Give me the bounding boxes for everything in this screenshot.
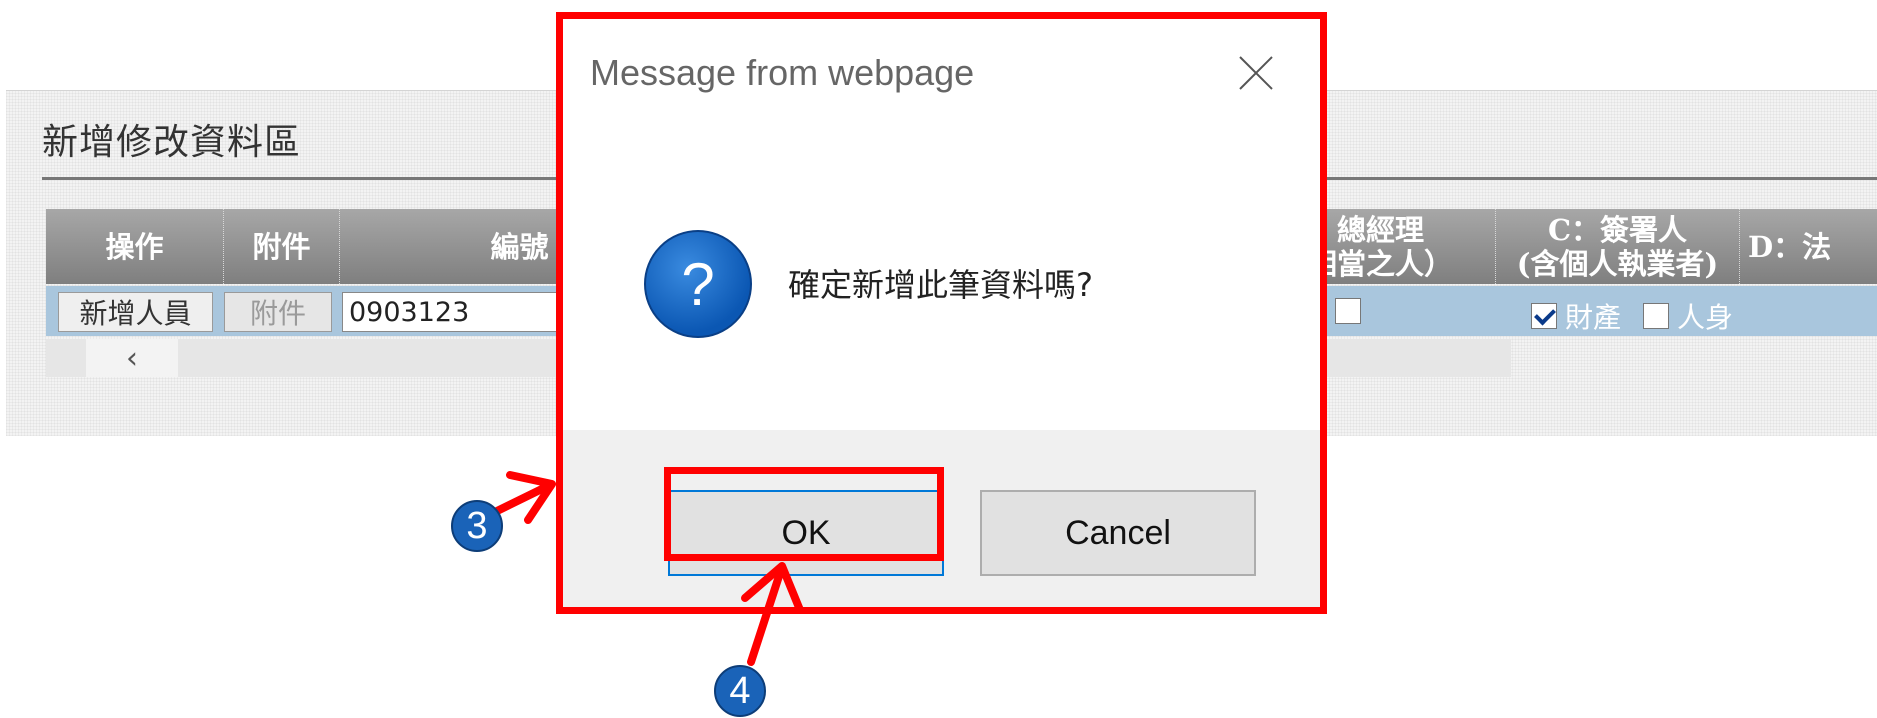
annotation-arrows (491, 471, 804, 666)
step-3-badge: 3 (451, 500, 503, 552)
step-4-badge: 4 (714, 665, 766, 717)
